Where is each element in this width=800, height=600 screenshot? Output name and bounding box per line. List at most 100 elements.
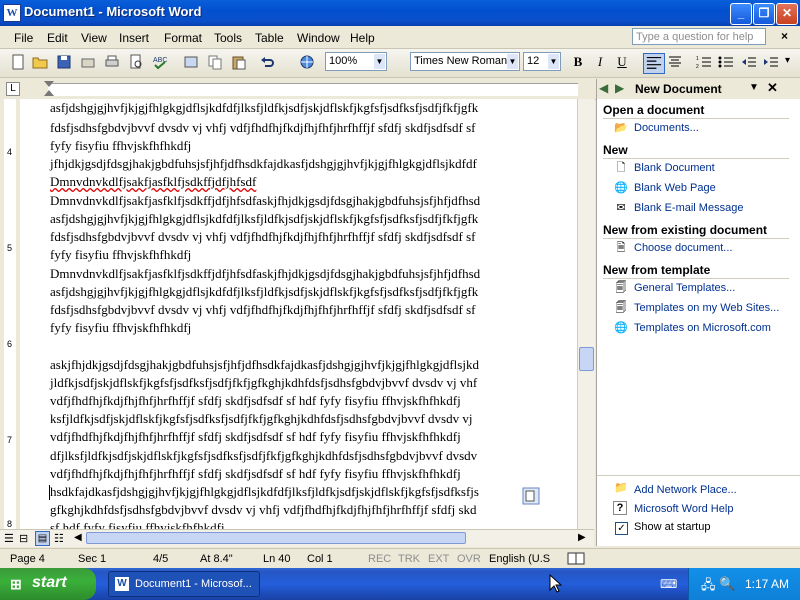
link-choose-document[interactable]: Choose document...: [634, 242, 732, 254]
horizontal-scroll-thumb[interactable]: [86, 532, 466, 544]
decrease-indent-icon[interactable]: [741, 54, 757, 70]
status-trk[interactable]: TRK: [398, 553, 420, 565]
paste-icon[interactable]: [231, 54, 247, 70]
link-blank-document[interactable]: Blank Document: [634, 162, 715, 174]
back-arrow-icon[interactable]: ◀: [599, 81, 608, 95]
link-blank-email[interactable]: Blank E-mail Message: [634, 202, 743, 214]
web-page-icon[interactable]: 🌐: [613, 181, 629, 195]
increase-indent-icon[interactable]: [763, 54, 779, 70]
text-line[interactable]: ksfjldfkjsdfjskjdflskfjkgfsfjsdfksfjsdfj…: [50, 411, 472, 427]
text-line[interactable]: fyfy fisyfiu ffhvjskfhfhkdfj: [50, 138, 191, 154]
text-line[interactable]: gfkghjkdhfdsfjsdhsfgbdvjbvvf dvsdv vj vh…: [50, 502, 477, 518]
taskbar-word-button[interactable]: W Document1 - Microsof...: [108, 571, 260, 597]
status-line[interactable]: Ln 40: [263, 553, 291, 565]
text-line[interactable]: Dmnvdnvkdlfjsakfjasfklfjsdkffjdfjhfsdfas…: [50, 193, 480, 209]
chevron-down-icon[interactable]: ▼: [548, 54, 559, 69]
minimize-button[interactable]: _: [730, 3, 752, 25]
italic-button[interactable]: I: [591, 53, 609, 71]
menu-edit[interactable]: Edit: [47, 31, 68, 45]
font-name-combo[interactable]: Times New Roman ▼: [410, 52, 520, 71]
text-line[interactable]: fdsfjsdhsfgbdvjbvvf dvsdv vj vhfj vdfjfh…: [50, 302, 475, 318]
globe-icon[interactable]: 🌐: [613, 321, 629, 335]
text-line[interactable]: vdfjfhdfhjfkdjfhjfhfjhrfhffjf sfdfj skdf…: [50, 393, 461, 409]
document-page[interactable]: asfjdshgjgjhvfjkjgjfhlgkgjdflsjkdfdfjlks…: [20, 99, 577, 529]
text-line[interactable]: fyfy fisyfiu ffhvjskfhfhkdfj: [50, 247, 191, 263]
menu-insert[interactable]: Insert: [119, 31, 149, 45]
text-line[interactable]: fdsfjsdhsfgbdvjbvvf dvsdv vj vhfj vdfjfh…: [50, 229, 475, 245]
underline-button[interactable]: U: [613, 53, 631, 71]
first-line-indent-marker[interactable]: [44, 81, 54, 87]
document-close-icon[interactable]: ×: [781, 29, 788, 43]
status-page-count[interactable]: 4/5: [153, 553, 168, 565]
show-at-startup-checkbox[interactable]: ✓: [615, 522, 628, 535]
status-ext[interactable]: EXT: [428, 553, 449, 565]
forward-arrow-icon[interactable]: ▶: [615, 81, 624, 95]
web-templates-icon[interactable]: 🗐: [613, 301, 629, 315]
chevron-down-icon[interactable]: ▼: [507, 54, 518, 69]
network-place-icon[interactable]: 📁: [613, 481, 629, 495]
hanging-indent-marker[interactable]: [44, 90, 54, 96]
link-word-help[interactable]: Microsoft Word Help: [634, 503, 733, 515]
menu-table[interactable]: Table: [255, 31, 284, 45]
align-left-icon[interactable]: [643, 53, 665, 74]
text-line[interactable]: fyfy fisyfiu ffhvjskfhfhkdfj: [50, 320, 191, 336]
folder-icon[interactable]: 📂: [613, 121, 629, 135]
toolbar-options-icon[interactable]: ▾: [785, 55, 790, 66]
title-bar[interactable]: W Document1 - Microsoft Word _ ❐ ✕: [0, 0, 800, 26]
align-center-icon[interactable]: [667, 54, 683, 70]
open-folder-icon[interactable]: [32, 54, 48, 70]
templates-icon[interactable]: 🗐: [613, 281, 629, 295]
status-language[interactable]: English (U.S: [489, 553, 550, 565]
print-preview-icon[interactable]: [128, 54, 144, 70]
copy-icon[interactable]: [207, 54, 223, 70]
web-layout-view-icon[interactable]: ⊟: [19, 532, 28, 545]
text-line[interactable]: asfjdshgjgjhvfjkjgjfhlgkgjdflsjkdfdfjlks…: [50, 211, 478, 227]
help-icon[interactable]: ?: [613, 501, 627, 515]
vertical-ruler[interactable]: 4 5 6 7 8: [0, 99, 20, 529]
menu-format[interactable]: Format: [164, 31, 202, 45]
text-line[interactable]: vdfjfhdfhjfkdjfhjfhfjhrfhffjf sfdfj skdf…: [50, 429, 461, 445]
link-templates-microsoft[interactable]: Templates on Microsoft.com: [634, 322, 771, 334]
status-at[interactable]: At 8.4": [200, 553, 233, 565]
text-line[interactable]: Dmnvdnvkdlfjsakfjasfklfjsdkffjdfjhfsdfas…: [50, 266, 480, 282]
text-line[interactable]: asfjdshgjgjhvfjkjgjfhlgkgjdflsjkdfdfjlks…: [50, 100, 478, 116]
status-ovr[interactable]: OVR: [457, 553, 481, 565]
menu-view[interactable]: View: [81, 31, 107, 45]
email-message-icon[interactable]: ✉: [613, 201, 629, 215]
hyperlink-globe-icon[interactable]: [299, 54, 315, 70]
spelling-icon[interactable]: ABC: [152, 54, 168, 70]
blank-document-icon[interactable]: 🗋: [613, 161, 629, 175]
keyboard-icon[interactable]: ⌨: [660, 577, 677, 591]
zoom-combo[interactable]: 100% ▼: [325, 52, 387, 71]
spelling-status-book-icon[interactable]: [567, 551, 585, 566]
ask-question-input[interactable]: Type a question for help: [632, 28, 766, 45]
word-app-icon[interactable]: W: [3, 4, 21, 22]
research-icon[interactable]: [183, 54, 199, 70]
outline-view-icon[interactable]: ☷: [54, 532, 64, 545]
text-line[interactable]: askjfhjdkjgsdjfdsgjhakjgbdfuhsjsfjhfjdfh…: [50, 357, 479, 373]
network-icon[interactable]: 🖧: [701, 576, 716, 598]
menu-help[interactable]: Help: [350, 31, 375, 45]
text-line[interactable]: jfhjdkjgsdjfdsgjhakjgbdfuhsjsfjhfjdfhsdk…: [50, 156, 477, 172]
scrollbar-thumb[interactable]: [579, 347, 594, 371]
search-icon[interactable]: 🔍: [719, 576, 735, 592]
clock[interactable]: 1:17 AM: [745, 577, 789, 591]
text-line[interactable]: dfjlksfjldfkjsdfjskjdflskfjkgfsfjsdfksfj…: [50, 448, 477, 464]
scroll-right-icon[interactable]: ▶: [578, 532, 586, 543]
status-column[interactable]: Col 1: [307, 553, 333, 565]
vertical-scrollbar[interactable]: [577, 99, 595, 529]
text-line[interactable]: Dmnvdnvkdlfjsakfjasfklfjsdkffjdfjhfsdf: [50, 174, 256, 190]
normal-view-icon[interactable]: ☰: [4, 532, 14, 545]
link-documents[interactable]: Documents...: [634, 122, 699, 134]
text-line[interactable]: hsdkfajdkasfjdshgjgjhvfjkjgjfhlgkgjdflsj…: [50, 484, 479, 500]
scroll-left-icon[interactable]: ◀: [74, 532, 82, 543]
menu-file[interactable]: File: [14, 31, 33, 45]
status-rec[interactable]: REC: [368, 553, 391, 565]
text-line[interactable]: jldfkjsdfjskjdflskfjkgfsfjsdfksfjsdfjfkf…: [50, 375, 477, 391]
status-page[interactable]: Page 4: [10, 553, 45, 565]
link-blank-web-page[interactable]: Blank Web Page: [634, 182, 716, 194]
restore-button[interactable]: ❐: [753, 3, 775, 25]
text-line[interactable]: asfjdshgjgjhvfjkjgjfhlgkgjdflsjkdfdfjlks…: [50, 284, 478, 300]
numbering-icon[interactable]: 12: [696, 54, 712, 70]
text-line[interactable]: fdsfjsdhsfgbdvjbvvf dvsdv vj vhfj vdfjfh…: [50, 120, 475, 136]
